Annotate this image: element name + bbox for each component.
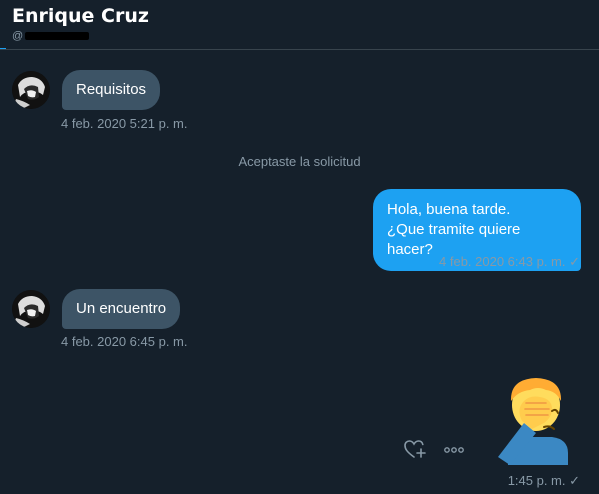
system-message: Aceptaste la solicitud bbox=[238, 154, 361, 169]
handle-at: @ bbox=[12, 30, 24, 42]
message-timestamp: 4 feb. 2020 6:45 p. m. bbox=[61, 334, 188, 349]
ellipsis-icon bbox=[444, 447, 464, 453]
header-accent bbox=[0, 48, 6, 49]
contact-name[interactable]: Enrique Cruz bbox=[12, 5, 149, 27]
heart-plus-icon bbox=[404, 440, 426, 458]
contact-avatar[interactable] bbox=[12, 71, 50, 109]
conversation-header: Enrique Cruz @ bbox=[0, 0, 599, 50]
message-bubble-incoming[interactable]: Requisitos bbox=[62, 70, 161, 110]
message-timestamp: 4 feb. 2020 5:21 p. m. bbox=[61, 116, 188, 131]
contact-handle[interactable]: @ bbox=[12, 30, 90, 42]
message-bubble-incoming[interactable]: Un encuentro bbox=[62, 289, 181, 329]
message-timestamp: 1:45 p. m. ✓ bbox=[507, 473, 580, 488]
message-line: Hola, buena tarde. bbox=[387, 201, 511, 218]
add-reaction-icon[interactable] bbox=[403, 438, 427, 465]
avatar-image bbox=[12, 290, 50, 328]
redacted-handle bbox=[25, 32, 90, 41]
message-timestamp: 4 feb. 2020 6:43 p. m. ✓ bbox=[439, 254, 580, 269]
facepalm-icon bbox=[498, 378, 568, 465]
facepalm-emoji-message[interactable] bbox=[494, 373, 580, 465]
contact-avatar[interactable] bbox=[12, 290, 50, 328]
more-options-icon[interactable] bbox=[443, 442, 465, 460]
avatar-image bbox=[12, 71, 50, 109]
